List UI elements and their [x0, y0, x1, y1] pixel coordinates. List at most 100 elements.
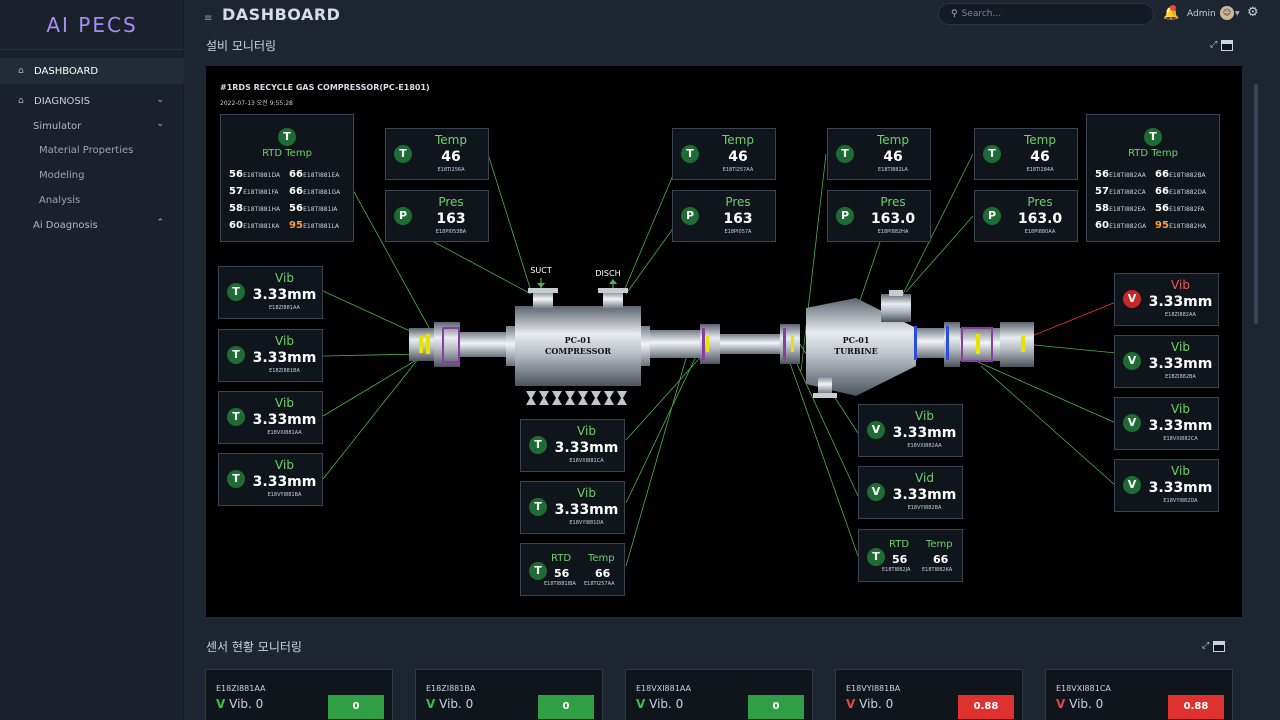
sensor-label: Vib	[275, 396, 294, 410]
sidebar-item-label: Simulator	[33, 120, 82, 132]
sensor-value: 46	[728, 149, 748, 165]
sidebar-nav: ⌂ DASHBOARD ⌂ DIAGNOSIS ⌄ Simulator ⌄ Ma…	[0, 58, 184, 237]
vib-box-right-4[interactable]: V Vib 3.33mm E18VYI882DA	[1114, 459, 1219, 512]
vibration-icon: V	[1123, 352, 1141, 370]
logo[interactable]: AI PECS	[0, 0, 184, 50]
sidebar-item-label: DIAGNOSIS	[34, 95, 91, 107]
rtd-box-mid[interactable]: T RTD Temp 56 66 E18TI881IBA E18TI257AA	[520, 543, 625, 596]
sidebar-item-diagnosis[interactable]: ⌂ DIAGNOSIS ⌄	[0, 88, 184, 114]
vib-box-turbine-1[interactable]: V Vib 3.33mm E18VXI882AA	[858, 404, 963, 457]
rtd-right-box[interactable]: T RTD Temp 56 E18TI882AA 66 E18TI882BA 57 E…	[1086, 114, 1220, 242]
rtd-left-box[interactable]: T RTD Temp 56 E18TI881DA 66 E18TI881EA 57 E…	[220, 114, 354, 242]
card-tag: E18ZI881BA	[426, 684, 476, 693]
search-input[interactable]	[961, 9, 1142, 19]
sidebar-item-ai-diagnosis[interactable]: Ai Doagnosis ⌃	[0, 213, 184, 237]
sensor-value: 3.33mm	[252, 412, 317, 428]
rtd-tag: E18TI882CA	[1109, 189, 1146, 196]
sensor-tag: E18PI053BA	[435, 229, 467, 235]
scrollbar[interactable]	[1254, 84, 1258, 324]
sidebar-item-simulator[interactable]: Simulator ⌄	[0, 114, 184, 138]
sensor-card[interactable]: E18VYI881BA V Vib. 0 0.88	[835, 669, 1023, 720]
card-vib-text: Vib. 0	[859, 697, 894, 711]
sensor-tag: E18ZI881AA	[269, 305, 300, 311]
vib-box-right-1-alarm[interactable]: V Vib 3.33mm E18ZI882AA	[1114, 273, 1219, 326]
sensor-label: Vib	[1171, 464, 1190, 478]
sensor-label: Vib	[577, 424, 596, 438]
sensor-value: 163.0	[870, 211, 916, 227]
caret-down-icon[interactable]: ▼	[1235, 10, 1240, 17]
discharge-pres-box[interactable]: P Pres 163 E18PI057A	[672, 190, 776, 242]
rtd-tag: E18TI882EA	[1109, 206, 1146, 213]
rtd-tag: E18TI881GA	[303, 189, 341, 196]
sensor-card[interactable]: E18VXI881AA V Vib. 0 0	[625, 669, 813, 720]
card-vib: V Vib. 0	[1056, 697, 1103, 711]
turbine-temp-box[interactable]: T Temp 46 E18TI882LA	[827, 128, 931, 180]
search-box[interactable]: ⚲	[938, 3, 1154, 25]
vib-box-mid-2[interactable]: T Vib 3.33mm E18VYI881DA	[520, 481, 625, 534]
marker	[702, 328, 705, 360]
vib-box-right-2[interactable]: V Vib 3.33mm E18ZI882BA	[1114, 335, 1219, 388]
vib-box-left-4[interactable]: T Vib 3.33mm E18VYI881BA	[218, 453, 323, 506]
sensor-value: 3.33mm	[1148, 294, 1213, 310]
status-check-icon: V	[216, 697, 226, 711]
sensor-tag: E18PI880AA	[1024, 229, 1056, 235]
sensor-card[interactable]: E18ZI881AA V Vib. 0 0	[205, 669, 393, 720]
window-icon[interactable]	[1221, 40, 1234, 51]
sensor-tag: E18VYI881BA	[267, 492, 302, 498]
vibration-icon: T	[227, 346, 245, 364]
marker	[419, 336, 423, 353]
sensor-value: 3.33mm	[554, 440, 619, 456]
suction-temp-box[interactable]: T Temp 46 E18TI256A	[385, 128, 489, 180]
exhaust-pres-box[interactable]: P Pres 163.0 E18PI880AA	[974, 190, 1078, 242]
equipment-panel: #1RDS RECYCLE GAS COMPRESSOR(PC-E1801) 2…	[206, 66, 1242, 617]
bell-icon[interactable]: 🔔	[1163, 5, 1179, 21]
vibration-icon: T	[529, 498, 547, 516]
turbine-exhaust	[818, 376, 832, 394]
turbine-pres-box[interactable]: P Pres 163.0 E18PI882HA	[827, 190, 931, 242]
status-badge: 0.88	[958, 695, 1014, 719]
gear-icon[interactable]: ⚙	[1247, 5, 1259, 20]
user-name[interactable]: Admin	[1187, 9, 1216, 19]
expand-icon[interactable]: ⤢	[1202, 641, 1209, 652]
rtd-value: 58	[229, 203, 243, 214]
rtd-row: 60 E18TI881KA 95 E18TI881LA	[229, 220, 349, 231]
status-check-icon: V	[426, 697, 436, 711]
window-icon[interactable]	[1213, 641, 1226, 652]
sensor-value: 3.33mm	[252, 350, 317, 366]
card-tag: E18VXI881CA	[1056, 684, 1111, 693]
vib-box-left-1[interactable]: T Vib 3.33mm E18ZI881AA	[218, 266, 323, 319]
rtd-box-turbine[interactable]: T RTD Temp 56 66 E18TI882JA E18TI882KA	[858, 529, 963, 582]
disch-arrow-head	[609, 279, 617, 284]
sensor-card[interactable]: E18ZI881BA V Vib. 0 0	[415, 669, 603, 720]
vib-box-right-3[interactable]: V Vib 3.33mm E18VXI882CA	[1114, 397, 1219, 450]
discharge-temp-box[interactable]: T Temp 46 E18TI257AA	[672, 128, 776, 180]
vibration-icon: T	[227, 408, 245, 426]
sensor-tag: E18VYI882DA	[1163, 498, 1198, 504]
sidebar-item-analysis[interactable]: Analysis	[0, 188, 184, 213]
app: AI PECS ⌂ DASHBOARD ⌂ DIAGNOSIS ⌄ Simula…	[0, 0, 1280, 720]
turbine-label-2: TURBINE	[834, 346, 878, 356]
marker	[426, 334, 430, 354]
exhaust-temp-box[interactable]: T Temp 46 E18TI284A	[974, 128, 1078, 180]
suction-nozzle	[533, 291, 553, 309]
menu-icon[interactable]: ≡	[204, 13, 214, 24]
vib-box-left-2[interactable]: T Vib 3.33mm E18ZI881BA	[218, 329, 323, 382]
sidebar-item-modeling[interactable]: Modeling	[0, 163, 184, 188]
mid-shaft-2	[720, 334, 780, 354]
vib-box-left-3[interactable]: T Vib 3.33mm E18VXI881AA	[218, 391, 323, 444]
sidebar-item-material-properties[interactable]: Material Properties	[0, 138, 184, 163]
card-tag: E18VYI881BA	[846, 684, 901, 693]
rtd-row: 58 E18TI882EA 56 E18TI882FA	[1095, 203, 1215, 214]
vibration-icon: T	[529, 436, 547, 454]
avatar[interactable]: ☺	[1220, 6, 1234, 20]
sensor-label: RTD	[889, 539, 910, 550]
section-title-equipment: 설비 모니터링	[206, 39, 277, 53]
sidebar-item-dashboard[interactable]: ⌂ DASHBOARD	[0, 58, 184, 84]
suction-pres-box[interactable]: P Pres 163 E18PI053BA	[385, 190, 489, 242]
sidebar-item-label: DASHBOARD	[34, 65, 99, 77]
marker	[783, 328, 786, 360]
sensor-card[interactable]: E18VXI881CA V Vib. 0 0.88	[1045, 669, 1233, 720]
vib-box-turbine-2[interactable]: V Vid 3.33mm E18VYI882BA	[858, 466, 963, 519]
expand-icon[interactable]: ⤢	[1210, 40, 1217, 51]
vib-box-mid-1[interactable]: T Vib 3.33mm E18VXI881CA	[520, 419, 625, 472]
